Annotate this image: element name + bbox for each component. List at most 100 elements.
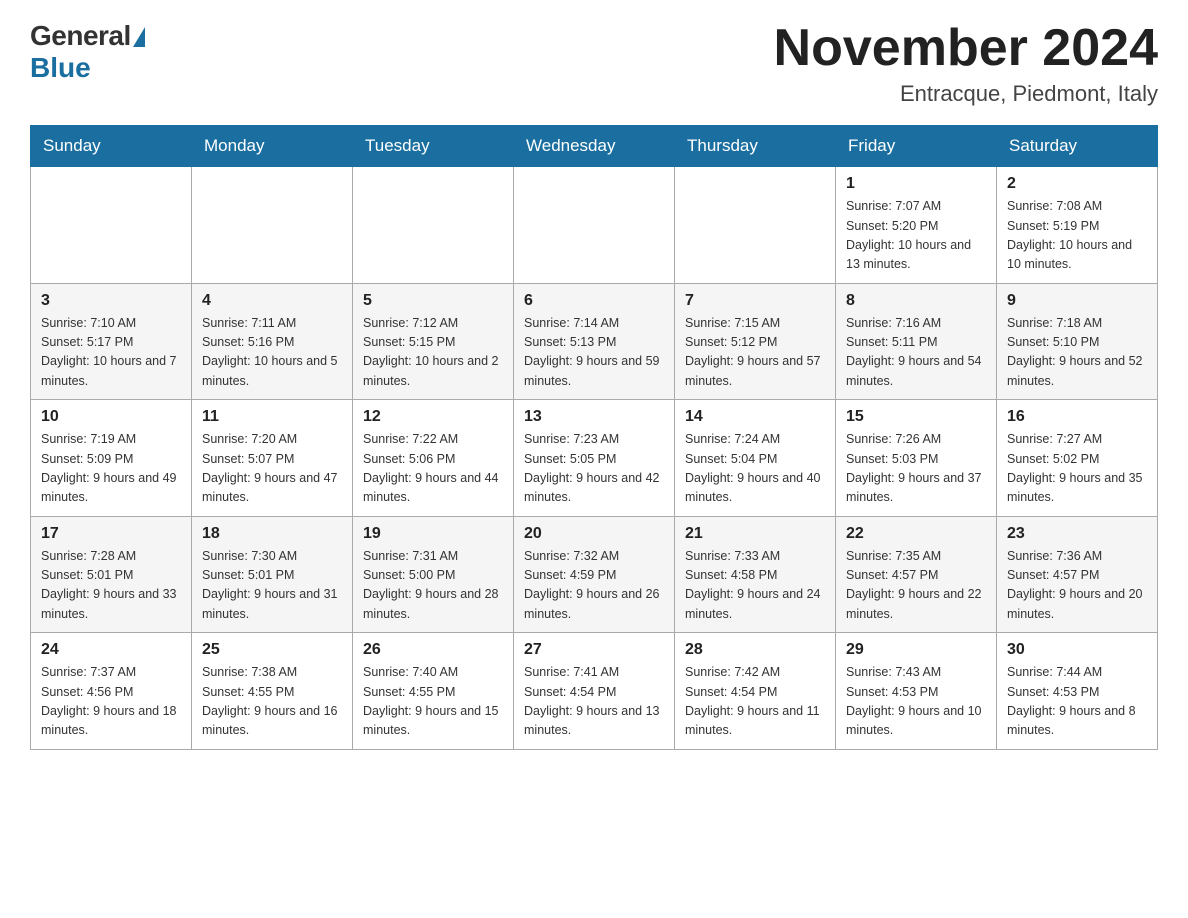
day-number: 3 bbox=[41, 292, 181, 310]
day-number: 24 bbox=[41, 641, 181, 659]
day-info: Sunrise: 7:20 AMSunset: 5:07 PMDaylight:… bbox=[202, 430, 342, 508]
table-row: 30Sunrise: 7:44 AMSunset: 4:53 PMDayligh… bbox=[997, 633, 1158, 750]
day-info: Sunrise: 7:24 AMSunset: 5:04 PMDaylight:… bbox=[685, 430, 825, 508]
day-info: Sunrise: 7:18 AMSunset: 5:10 PMDaylight:… bbox=[1007, 314, 1147, 392]
month-year-title: November 2024 bbox=[774, 20, 1158, 77]
table-row: 14 Sunrise: 7:24 AMSunset: 5:04 PMDayligh… bbox=[675, 400, 836, 517]
day-info: Sunrise: 7:36 AMSunset: 4:57 PMDaylight:… bbox=[1007, 547, 1147, 625]
day-info: Sunrise: 7:11 AMSunset: 5:16 PMDaylight:… bbox=[202, 314, 342, 392]
day-number: 15 bbox=[846, 408, 986, 426]
day-number: 21 bbox=[685, 525, 825, 543]
table-row: 24 Sunrise: 7:37 AMSunset: 4:56 PMDayligh… bbox=[31, 633, 192, 750]
logo: General Blue bbox=[30, 20, 145, 84]
day-number: 17 bbox=[41, 525, 181, 543]
col-friday: Friday bbox=[836, 126, 997, 167]
week-row-3: 10 Sunrise: 7:19 AMSunset: 5:09 PMDayligh… bbox=[31, 400, 1158, 517]
day-info: Sunrise: 7:08 AMSunset: 5:19 PMDaylight:… bbox=[1007, 197, 1147, 275]
day-number: 27 bbox=[524, 641, 664, 659]
day-number: 23 bbox=[1007, 525, 1147, 543]
day-number: 9 bbox=[1007, 292, 1147, 310]
location-subtitle: Entracque, Piedmont, Italy bbox=[774, 81, 1158, 107]
table-row: 26 Sunrise: 7:40 AMSunset: 4:55 PMDayligh… bbox=[353, 633, 514, 750]
day-number: 11 bbox=[202, 408, 342, 426]
day-info: Sunrise: 7:28 AMSunset: 5:01 PMDaylight:… bbox=[41, 547, 181, 625]
col-sunday: Sunday bbox=[31, 126, 192, 167]
day-number: 26 bbox=[363, 641, 503, 659]
day-number: 30 bbox=[1007, 641, 1147, 659]
day-info: Sunrise: 7:10 AMSunset: 5:17 PMDaylight:… bbox=[41, 314, 181, 392]
table-row bbox=[353, 167, 514, 284]
day-info: Sunrise: 7:16 AMSunset: 5:11 PMDaylight:… bbox=[846, 314, 986, 392]
day-info: Sunrise: 7:15 AMSunset: 5:12 PMDaylight:… bbox=[685, 314, 825, 392]
day-info: Sunrise: 7:37 AMSunset: 4:56 PMDaylight:… bbox=[41, 663, 181, 741]
day-number: 28 bbox=[685, 641, 825, 659]
day-number: 25 bbox=[202, 641, 342, 659]
day-number: 5 bbox=[363, 292, 503, 310]
day-number: 12 bbox=[363, 408, 503, 426]
table-row: 10 Sunrise: 7:19 AMSunset: 5:09 PMDayligh… bbox=[31, 400, 192, 517]
day-number: 18 bbox=[202, 525, 342, 543]
day-number: 6 bbox=[524, 292, 664, 310]
day-number: 10 bbox=[41, 408, 181, 426]
table-row: 2Sunrise: 7:08 AMSunset: 5:19 PMDaylight… bbox=[997, 167, 1158, 284]
day-info: Sunrise: 7:30 AMSunset: 5:01 PMDaylight:… bbox=[202, 547, 342, 625]
table-row: 15Sunrise: 7:26 AMSunset: 5:03 PMDayligh… bbox=[836, 400, 997, 517]
col-saturday: Saturday bbox=[997, 126, 1158, 167]
day-number: 22 bbox=[846, 525, 986, 543]
day-info: Sunrise: 7:31 AMSunset: 5:00 PMDaylight:… bbox=[363, 547, 503, 625]
day-info: Sunrise: 7:22 AMSunset: 5:06 PMDaylight:… bbox=[363, 430, 503, 508]
col-wednesday: Wednesday bbox=[514, 126, 675, 167]
day-info: Sunrise: 7:41 AMSunset: 4:54 PMDaylight:… bbox=[524, 663, 664, 741]
calendar-header-row: Sunday Monday Tuesday Wednesday Thursday… bbox=[31, 126, 1158, 167]
table-row: 8Sunrise: 7:16 AMSunset: 5:11 PMDaylight… bbox=[836, 283, 997, 400]
table-row: 12 Sunrise: 7:22 AMSunset: 5:06 PMDayligh… bbox=[353, 400, 514, 517]
day-number: 13 bbox=[524, 408, 664, 426]
day-info: Sunrise: 7:43 AMSunset: 4:53 PMDaylight:… bbox=[846, 663, 986, 741]
table-row bbox=[514, 167, 675, 284]
table-row: 25 Sunrise: 7:38 AMSunset: 4:55 PMDayligh… bbox=[192, 633, 353, 750]
table-row: 3 Sunrise: 7:10 AMSunset: 5:17 PMDaylight… bbox=[31, 283, 192, 400]
day-info: Sunrise: 7:19 AMSunset: 5:09 PMDaylight:… bbox=[41, 430, 181, 508]
day-number: 7 bbox=[685, 292, 825, 310]
day-number: 1 bbox=[846, 175, 986, 193]
col-tuesday: Tuesday bbox=[353, 126, 514, 167]
logo-blue-text: Blue bbox=[30, 52, 91, 84]
day-info: Sunrise: 7:14 AMSunset: 5:13 PMDaylight:… bbox=[524, 314, 664, 392]
table-row: 13 Sunrise: 7:23 AMSunset: 5:05 PMDayligh… bbox=[514, 400, 675, 517]
day-info: Sunrise: 7:38 AMSunset: 4:55 PMDaylight:… bbox=[202, 663, 342, 741]
day-number: 20 bbox=[524, 525, 664, 543]
day-info: Sunrise: 7:23 AMSunset: 5:05 PMDaylight:… bbox=[524, 430, 664, 508]
day-info: Sunrise: 7:35 AMSunset: 4:57 PMDaylight:… bbox=[846, 547, 986, 625]
table-row: 16 Sunrise: 7:27 AMSunset: 5:02 PMDayligh… bbox=[997, 400, 1158, 517]
day-info: Sunrise: 7:07 AMSunset: 5:20 PMDaylight:… bbox=[846, 197, 986, 275]
calendar-table: Sunday Monday Tuesday Wednesday Thursday… bbox=[30, 125, 1158, 750]
logo-general-text: General bbox=[30, 20, 131, 52]
day-info: Sunrise: 7:33 AMSunset: 4:58 PMDaylight:… bbox=[685, 547, 825, 625]
table-row: 27 Sunrise: 7:41 AMSunset: 4:54 PMDayligh… bbox=[514, 633, 675, 750]
table-row: 22 Sunrise: 7:35 AMSunset: 4:57 PMDayligh… bbox=[836, 516, 997, 633]
table-row bbox=[31, 167, 192, 284]
col-thursday: Thursday bbox=[675, 126, 836, 167]
day-info: Sunrise: 7:42 AMSunset: 4:54 PMDaylight:… bbox=[685, 663, 825, 741]
week-row-2: 3 Sunrise: 7:10 AMSunset: 5:17 PMDaylight… bbox=[31, 283, 1158, 400]
table-row: 5Sunrise: 7:12 AMSunset: 5:15 PMDaylight… bbox=[353, 283, 514, 400]
table-row: 23 Sunrise: 7:36 AMSunset: 4:57 PMDayligh… bbox=[997, 516, 1158, 633]
day-number: 4 bbox=[202, 292, 342, 310]
page-header: General Blue November 2024 Entracque, Pi… bbox=[30, 20, 1158, 107]
table-row: 29Sunrise: 7:43 AMSunset: 4:53 PMDayligh… bbox=[836, 633, 997, 750]
table-row: 11 Sunrise: 7:20 AMSunset: 5:07 PMDayligh… bbox=[192, 400, 353, 517]
table-row: 18 Sunrise: 7:30 AMSunset: 5:01 PMDayligh… bbox=[192, 516, 353, 633]
week-row-4: 17 Sunrise: 7:28 AMSunset: 5:01 PMDayligh… bbox=[31, 516, 1158, 633]
calendar-title-area: November 2024 Entracque, Piedmont, Italy bbox=[774, 20, 1158, 107]
week-row-5: 24 Sunrise: 7:37 AMSunset: 4:56 PMDayligh… bbox=[31, 633, 1158, 750]
table-row: 4 Sunrise: 7:11 AMSunset: 5:16 PMDaylight… bbox=[192, 283, 353, 400]
table-row bbox=[192, 167, 353, 284]
day-info: Sunrise: 7:40 AMSunset: 4:55 PMDaylight:… bbox=[363, 663, 503, 741]
table-row: 6 Sunrise: 7:14 AMSunset: 5:13 PMDaylight… bbox=[514, 283, 675, 400]
table-row: 28 Sunrise: 7:42 AMSunset: 4:54 PMDayligh… bbox=[675, 633, 836, 750]
day-info: Sunrise: 7:27 AMSunset: 5:02 PMDaylight:… bbox=[1007, 430, 1147, 508]
day-number: 16 bbox=[1007, 408, 1147, 426]
day-number: 14 bbox=[685, 408, 825, 426]
table-row: 9 Sunrise: 7:18 AMSunset: 5:10 PMDaylight… bbox=[997, 283, 1158, 400]
table-row: 17 Sunrise: 7:28 AMSunset: 5:01 PMDayligh… bbox=[31, 516, 192, 633]
